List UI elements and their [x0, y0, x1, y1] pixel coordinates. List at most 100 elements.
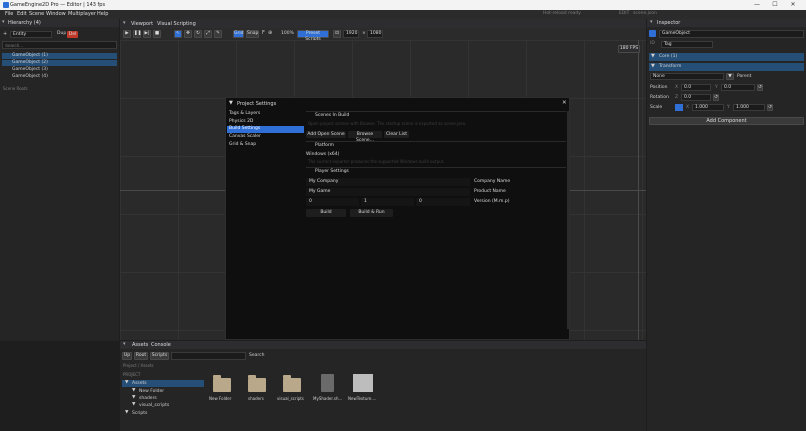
add-open-scene-button[interactable]: Add Open Scene — [306, 131, 346, 138]
rotate-tool-icon[interactable]: ↻ — [194, 30, 202, 38]
tag-input[interactable]: Tag — [661, 41, 713, 48]
tab-viewport[interactable]: Viewport — [131, 22, 153, 27]
grid-toggle[interactable]: Grid — [233, 30, 244, 38]
tab-console[interactable]: Console — [151, 343, 171, 348]
duplicate-button[interactable]: Dup — [57, 31, 66, 37]
company-name-input[interactable]: My Company — [306, 178, 470, 186]
build-button[interactable]: Build — [306, 209, 346, 217]
tree-item-scripts[interactable]: Scripts — [132, 411, 147, 417]
inspector-tab[interactable]: Inspector — [657, 21, 680, 26]
category-tags-layers[interactable]: Tags & Layers — [229, 111, 260, 117]
delete-button[interactable]: Del — [67, 31, 78, 38]
snap-toggle[interactable]: Snap — [246, 30, 259, 38]
assets-search-input[interactable] — [171, 352, 246, 360]
hierarchy-item[interactable]: GameObject (4) — [12, 74, 48, 80]
tab-assets[interactable]: Assets — [132, 343, 148, 348]
hierarchy-tab[interactable]: Hierarchy (4) — [8, 21, 41, 26]
panel-menu-icon[interactable]: ▾ — [2, 20, 5, 25]
menu-help[interactable]: Help — [97, 12, 108, 17]
tree-item-new-folder[interactable]: New Folder — [139, 389, 164, 395]
close-window-button[interactable]: ✕ — [786, 0, 800, 10]
scale-x-input[interactable]: 1.000 — [692, 104, 724, 111]
search-button[interactable]: Search — [249, 353, 264, 359]
tree-item-assets[interactable]: Assets — [132, 381, 147, 387]
asset-tile[interactable] — [248, 375, 266, 392]
dialog-collapse-icon[interactable]: ▼ — [229, 101, 233, 106]
menu-file[interactable]: File — [5, 12, 13, 17]
active-checkbox[interactable] — [649, 30, 656, 37]
menu-window[interactable]: Window — [46, 12, 66, 17]
build-and-run-button[interactable]: Build & Run — [350, 209, 393, 217]
tab-visual-scripting[interactable]: Visual Scripting — [157, 22, 196, 27]
resolution-width-field[interactable]: 1920 — [343, 30, 359, 38]
shader-file-icon[interactable] — [321, 374, 334, 392]
scale-y-input[interactable]: 1.000 — [733, 104, 765, 111]
reset-rotation-icon[interactable]: ↺ — [713, 94, 719, 101]
category-physics-2d[interactable]: Physics 2D — [229, 119, 253, 125]
add-entity-button[interactable]: + — [3, 32, 7, 37]
tree-expand-icon[interactable]: ▼ — [132, 395, 135, 401]
chevron-down-icon[interactable]: ▼ — [726, 73, 734, 80]
stop-icon[interactable]: ■ — [153, 30, 161, 38]
reset-scale-icon[interactable]: ↺ — [767, 104, 773, 111]
tree-item-shaders[interactable]: shaders — [139, 396, 157, 402]
brush-tool-icon[interactable]: ✎ — [214, 30, 222, 38]
play-icon[interactable]: ▶ — [123, 30, 131, 38]
browse-scene-button[interactable]: Browse Scene... — [348, 131, 382, 143]
texture-thumbnail-icon[interactable] — [353, 374, 373, 392]
panel-menu-icon[interactable]: ▾ — [650, 20, 653, 25]
asset-tile[interactable] — [283, 375, 301, 392]
rotation-label: Rotation — [650, 95, 669, 100]
scale-tool-icon[interactable]: ⤢ — [204, 30, 212, 38]
player-settings-header: Player Settings — [315, 169, 349, 174]
tree-item-visual-scripts[interactable]: visual_scripts — [139, 403, 169, 409]
center-icon[interactable]: ⊕ — [268, 31, 272, 36]
product-name-input[interactable]: My Game — [306, 188, 470, 196]
minimize-button[interactable]: — — [750, 0, 764, 10]
pause-icon[interactable]: ❚❚ — [133, 30, 142, 38]
category-build-settings[interactable]: Build Settings — [229, 126, 260, 132]
resolution-lock-icon[interactable]: ⊡ — [333, 30, 341, 38]
scale-lock-icon[interactable] — [675, 104, 683, 111]
resolution-height-field[interactable]: 1080 — [367, 30, 383, 38]
panel-menu-icon[interactable]: ▾ — [123, 21, 126, 26]
category-grid-snap[interactable]: Grid & Snap — [229, 142, 256, 148]
up-folder-button[interactable]: Up — [122, 352, 132, 360]
rotation-input[interactable]: 0.0 — [681, 94, 711, 101]
parent-select[interactable]: None — [650, 73, 724, 80]
tree-expand-icon[interactable]: ▼ — [132, 402, 135, 408]
move-tool-icon[interactable]: ✥ — [184, 30, 192, 38]
hierarchy-search-input[interactable] — [2, 41, 117, 49]
root-folder-button[interactable]: Root — [134, 352, 148, 360]
object-name-input[interactable]: GameObject — [659, 30, 804, 38]
hierarchy-item[interactable]: GameObject (2) — [12, 60, 48, 66]
panel-menu-icon[interactable]: ▾ — [123, 342, 126, 347]
dialog-scrollbar[interactable] — [567, 111, 569, 329]
frame-icon[interactable]: F — [262, 31, 265, 36]
preset-scripts-button[interactable]: Preset Scripts — [297, 30, 329, 42]
add-component-button[interactable]: Add Component — [649, 117, 804, 125]
menu-edit[interactable]: Edit — [17, 12, 27, 17]
position-y-input[interactable]: 0.0 — [721, 84, 755, 91]
reset-position-icon[interactable]: ↺ — [757, 84, 763, 91]
dialog-close-button[interactable]: ✕ — [562, 100, 567, 107]
menu-scene[interactable]: Scene — [29, 12, 44, 17]
position-x-input[interactable]: 0.0 — [681, 84, 711, 91]
version-major-input[interactable]: 0 — [306, 198, 359, 206]
select-tool-icon[interactable]: ↖ — [174, 30, 182, 38]
version-patch-input[interactable]: 0 — [416, 198, 470, 206]
asset-tile[interactable] — [213, 375, 231, 392]
menu-multiplayer[interactable]: Multiplayer — [68, 12, 96, 17]
hierarchy-item[interactable]: GameObject (1) — [12, 53, 48, 59]
tree-expand-icon[interactable]: ▼ — [125, 410, 128, 416]
clear-list-button[interactable]: Clear List — [384, 131, 409, 138]
step-icon[interactable]: ▶| — [143, 30, 151, 38]
scripts-folder-button[interactable]: Scripts — [150, 352, 169, 360]
tree-expand-icon[interactable]: ▼ — [132, 388, 135, 394]
category-canvas-scaler[interactable]: Canvas Scaler — [229, 134, 261, 140]
entity-type-field[interactable]: Entity — [10, 31, 52, 38]
maximize-button[interactable]: ☐ — [768, 0, 782, 10]
version-minor-input[interactable]: 1 — [361, 198, 414, 206]
hierarchy-item[interactable]: GameObject (3) — [12, 67, 48, 73]
tree-expand-icon[interactable]: ▼ — [125, 380, 128, 386]
